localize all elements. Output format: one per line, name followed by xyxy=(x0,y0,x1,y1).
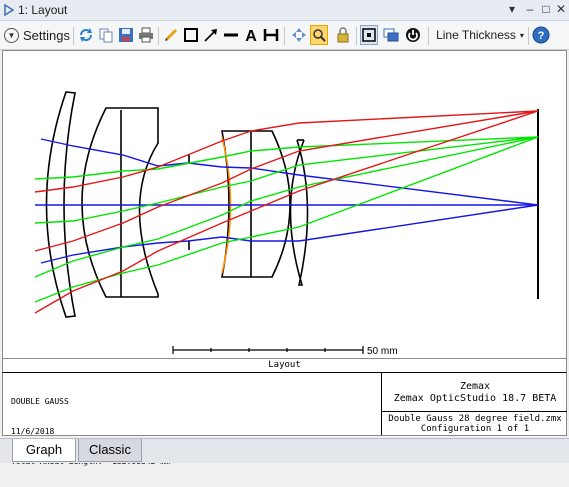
tab-classic[interactable]: Classic xyxy=(78,439,142,462)
help-icon: ? xyxy=(532,26,550,44)
text-icon[interactable]: A xyxy=(242,25,260,45)
dimension-icon[interactable] xyxy=(262,25,280,45)
svg-text:A: A xyxy=(245,28,257,43)
info-block: DOUBLE GAUSS 11/6/2018 Total Axial Lengt… xyxy=(2,373,568,466)
product: Zemax OpticStudio 18.7 BETA xyxy=(393,393,557,404)
fit-view-icon[interactable] xyxy=(360,25,378,45)
window-title: 1: Layout xyxy=(18,3,68,17)
pan-icon[interactable] xyxy=(290,25,308,45)
maximize-icon[interactable]: □ xyxy=(539,2,553,16)
close-icon[interactable]: ✕ xyxy=(554,2,568,16)
save-icon[interactable] xyxy=(117,25,135,45)
red-rays xyxy=(34,110,539,314)
line-icon[interactable] xyxy=(222,25,240,45)
refresh-icon[interactable] xyxy=(77,25,95,45)
help-button[interactable]: ? xyxy=(531,25,551,45)
power-icon[interactable] xyxy=(404,25,422,45)
chevron-down-icon: ▼ xyxy=(4,27,19,43)
design-date: 11/6/2018 xyxy=(11,427,55,436)
settings-button[interactable]: ▼ Settings xyxy=(4,25,70,45)
file-name: Double Gauss 28 degree field.zmx xyxy=(388,414,562,424)
print-icon[interactable] xyxy=(137,25,155,45)
lock-icon[interactable] xyxy=(334,25,352,45)
scale-label: 50 mm xyxy=(367,346,398,357)
copy-icon[interactable] xyxy=(97,25,115,45)
rectangle-icon[interactable] xyxy=(182,25,200,45)
green-rays xyxy=(34,136,539,303)
title-bar: 1: Layout ▾ – □ ✕ xyxy=(0,0,569,21)
vendor-info: Zemax Zemax OpticStudio 18.7 BETA xyxy=(382,381,568,405)
company: Zemax xyxy=(459,381,491,392)
arrow-icon[interactable] xyxy=(202,25,220,45)
zoom-icon[interactable] xyxy=(310,25,328,45)
layout-plot[interactable]: 50 mm xyxy=(2,50,567,359)
pencil-icon[interactable] xyxy=(162,25,180,45)
design-info: DOUBLE GAUSS 11/6/2018 Total Axial Lengt… xyxy=(11,377,170,487)
plot-caption: Layout xyxy=(2,359,567,373)
design-name: DOUBLE GAUSS xyxy=(11,397,69,406)
line-thickness-label: Line Thickness xyxy=(436,28,516,42)
svg-text:?: ? xyxy=(538,30,545,42)
window-icon xyxy=(4,4,14,16)
chevron-down-icon: ▾ xyxy=(519,30,524,40)
view-tabs: Graph Classic xyxy=(0,438,569,463)
settings-label: Settings xyxy=(23,27,70,43)
file-info: Double Gauss 28 degree field.zmx Configu… xyxy=(382,414,568,434)
configuration: Configuration 1 of 1 xyxy=(420,424,530,434)
toolbar: ▼ Settings A Line Thickness ▾ ? xyxy=(0,21,569,50)
dropdown-icon[interactable]: ▾ xyxy=(505,2,519,16)
tab-graph[interactable]: Graph xyxy=(12,439,76,462)
minimize-icon[interactable]: – xyxy=(523,2,537,16)
scale-bar xyxy=(172,346,364,354)
lens-layout-drawing: 50 mm xyxy=(34,91,539,357)
window-layout-icon[interactable] xyxy=(382,25,400,45)
line-thickness-dropdown[interactable]: Line Thickness ▾ xyxy=(434,25,526,45)
